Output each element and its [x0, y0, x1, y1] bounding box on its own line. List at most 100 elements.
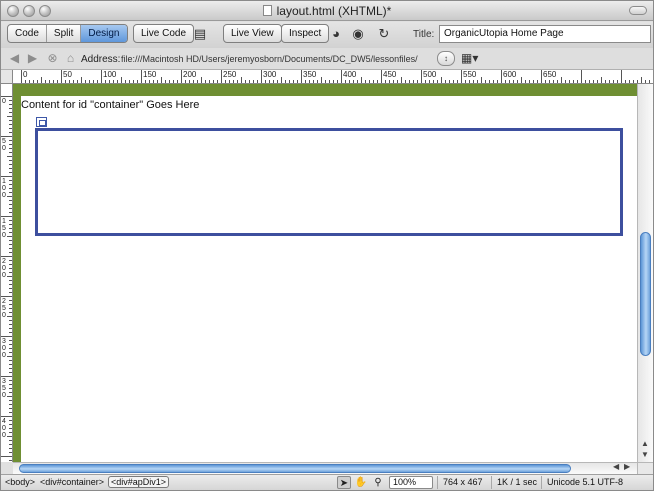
ruler-tick [245, 80, 246, 83]
horizontal-ruler[interactable]: 0 50 100 150 200 250 300 350 400 450 500 550 600 650 [13, 70, 653, 84]
horizontal-scrollbar[interactable]: ◀ ▶ [13, 462, 637, 474]
download-size-indicator: 1K / 1 sec [491, 476, 537, 489]
forward-arrow-icon[interactable]: ▶ [25, 51, 40, 66]
container-placeholder-text[interactable]: Content for id "container" Goes Here [21, 99, 199, 111]
ruler-tick [9, 208, 12, 209]
ruler-label: 50 [63, 70, 72, 79]
ruler-tick [137, 80, 138, 83]
ruler-tick [229, 80, 230, 83]
ruler-tick [497, 80, 498, 83]
address-field[interactable]: file:///Macintosh HD/Users/jeremyosborn/… [121, 54, 435, 64]
ruler-tick [597, 80, 598, 83]
ruler-tick [537, 80, 538, 83]
ruler-tick [169, 80, 170, 83]
tag-selector-container[interactable]: <div#container> [40, 477, 104, 487]
ruler-tick [313, 80, 314, 83]
ruler-tick [641, 77, 642, 83]
refresh-icon[interactable]: ↻ [375, 26, 393, 42]
ruler-label: 150 [143, 70, 157, 79]
ruler-tick [9, 264, 12, 265]
inspect-button[interactable]: Inspect [281, 24, 330, 43]
select-tool-arrow-icon[interactable]: ➤ [337, 476, 351, 489]
ruler-tick [377, 80, 378, 83]
page-title-input[interactable]: OrganicUtopia Home Page [439, 25, 651, 43]
ruler-tick [7, 116, 12, 117]
vertical-scroll-thumb[interactable] [640, 232, 651, 356]
ruler-tick [125, 80, 126, 83]
ruler-tick [53, 80, 54, 83]
back-arrow-icon[interactable]: ◀ [7, 51, 22, 66]
ruler-tick [9, 340, 12, 341]
ruler-tick [265, 80, 266, 83]
design-view-button[interactable]: Design [81, 25, 127, 42]
ruler-tick [61, 70, 62, 83]
visual-aids-eye-icon[interactable]: ◉ [349, 26, 367, 42]
view-mode-segmented-control: Code Split Design [7, 24, 128, 43]
ruler-tick [413, 80, 414, 83]
ruler-tick [9, 420, 12, 421]
ruler-tick [9, 228, 12, 229]
container-div[interactable]: Content for id "container" Goes Here [21, 96, 637, 462]
ruler-tick [281, 77, 282, 83]
toolbar-toggle-button[interactable] [629, 6, 647, 15]
apdiv1-box[interactable] [35, 128, 623, 236]
hand-tool-icon[interactable]: ✋ [354, 476, 368, 489]
ruler-tick [401, 77, 402, 83]
ruler-tick [9, 280, 12, 281]
ruler-tick [9, 380, 12, 381]
document-icon [262, 5, 272, 16]
ruler-tick [9, 432, 12, 433]
ruler-tick [257, 80, 258, 83]
ruler-tick [213, 80, 214, 83]
ruler-tick [417, 80, 418, 83]
stop-icon[interactable]: ⊗ [45, 51, 60, 66]
ruler-tick [625, 80, 626, 83]
ruler-tick [9, 408, 12, 409]
code-view-button[interactable]: Code [8, 25, 47, 42]
horizontal-scroll-thumb[interactable] [19, 464, 571, 473]
ruler-tick [481, 77, 482, 83]
tag-selector-body[interactable]: <body> [5, 477, 35, 487]
home-icon[interactable]: ⌂ [63, 51, 78, 66]
zoom-tool-magnifier-icon[interactable]: ⚲ [371, 476, 385, 489]
vertical-scrollbar[interactable]: ▲ ▼ [637, 84, 653, 462]
ruler-tick [9, 124, 12, 125]
live-code-button[interactable]: Live Code [133, 24, 195, 43]
zoom-level-select[interactable]: 100% [389, 476, 433, 489]
ruler-tick [373, 80, 374, 83]
live-view-button[interactable]: Live View [223, 24, 282, 43]
ruler-tick [89, 80, 90, 83]
split-view-button[interactable]: Split [47, 25, 82, 42]
ruler-tick [633, 80, 634, 83]
address-options-button[interactable]: ↕ [437, 51, 455, 66]
ruler-tick [9, 192, 12, 193]
ruler-tick [153, 80, 154, 83]
scroll-left-arrow-icon[interactable]: ◀ [613, 462, 619, 471]
ruler-tick [469, 80, 470, 83]
apdiv-selection-handle-icon[interactable] [36, 117, 47, 127]
scroll-down-arrow-icon[interactable]: ▼ [641, 450, 649, 459]
ruler-tick [637, 80, 638, 83]
ruler-tick [429, 80, 430, 83]
ruler-tick [389, 80, 390, 83]
scroll-right-arrow-icon[interactable]: ▶ [624, 462, 630, 471]
ruler-tick [325, 80, 326, 83]
ruler-origin-corner[interactable] [1, 70, 13, 84]
view-options-icon[interactable]: ▦▾ [461, 51, 481, 66]
ruler-tick [209, 80, 210, 83]
ruler-tick [9, 128, 12, 129]
ruler-tick [145, 80, 146, 83]
preview-in-browser-globe-icon[interactable]: ◕ [327, 26, 345, 42]
design-view-canvas[interactable]: Content for id "container" Goes Here [13, 84, 637, 462]
window-size-indicator[interactable]: 764 x 467 [437, 476, 483, 489]
vertical-ruler[interactable]: 0 50 100 150 200 250 300 350 400 [1, 84, 13, 462]
ruler-tick [365, 80, 366, 83]
ruler-tick [9, 424, 12, 425]
tag-selector-apdiv1[interactable]: <div#apDiv1> [108, 476, 170, 488]
ruler-tick [109, 80, 110, 83]
ruler-tick [393, 80, 394, 83]
scroll-up-arrow-icon[interactable]: ▲ [641, 439, 649, 448]
ruler-tick [573, 80, 574, 83]
check-browser-compatibility-icon[interactable]: ▤ [191, 26, 209, 42]
ruler-tick [85, 80, 86, 83]
